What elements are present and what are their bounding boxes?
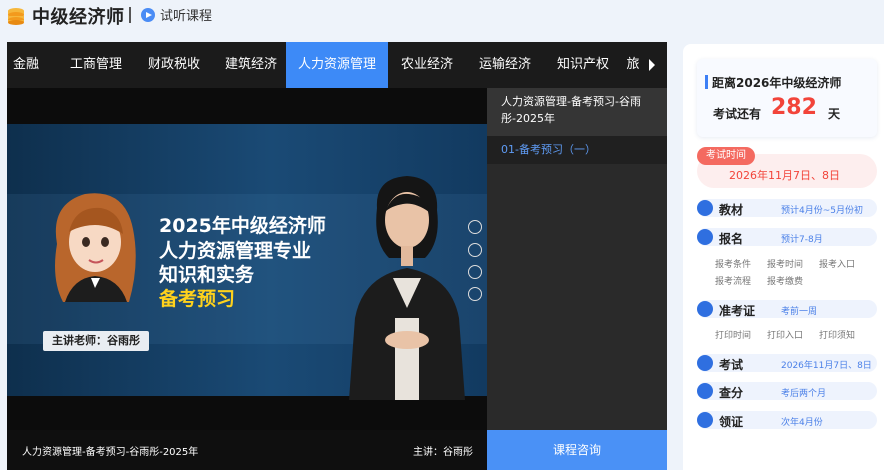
- link-signup-payment[interactable]: 报考缴费: [767, 274, 803, 287]
- schedule-note: 预计7-8月: [781, 235, 823, 245]
- tabs-next-arrow-icon[interactable]: [639, 42, 667, 88]
- ticket-icon: [697, 301, 713, 317]
- trial-course-label[interactable]: 试听课程: [160, 5, 212, 24]
- header-divider: [129, 7, 131, 23]
- book-icon: [697, 200, 713, 216]
- schedule-row-admission[interactable]: 准考证 考前一周: [697, 300, 877, 318]
- link-signup-entry[interactable]: 报考入口: [819, 257, 855, 270]
- tab-finance-tax[interactable]: 财政税收: [138, 42, 210, 88]
- tab-finance[interactable]: 金融: [7, 42, 45, 88]
- settings-icon[interactable]: [468, 287, 482, 301]
- playlist-panel: 人力资源管理-备考预习-谷雨彤-2025年 01-备考预习（一）: [487, 88, 667, 430]
- teacher-cartoon-avatar: [55, 193, 136, 302]
- rewind-icon[interactable]: [468, 243, 482, 257]
- play-circle-icon: [141, 8, 155, 22]
- slide-line-3: 知识和实务: [159, 264, 255, 286]
- signup-icon: [697, 229, 713, 245]
- page-header: 中级经济师 试听课程: [0, 0, 884, 34]
- course-consult-button[interactable]: 课程咨询: [487, 430, 667, 470]
- tab-transport-economy[interactable]: 运输经济: [471, 42, 539, 88]
- slide-line-1: 2025年中级经济师: [159, 215, 326, 237]
- schedule-row-signup[interactable]: 报名 预计7-8月: [697, 228, 877, 246]
- countdown-card: 距离2026年中级经济师 考试还有 282 天: [697, 59, 877, 137]
- coin-stack-icon: [8, 8, 24, 25]
- exam-info-panel: 距离2026年中级经济师 考试还有 282 天 考试时间 2026年11月7日、…: [683, 44, 884, 470]
- countdown-unit: 天: [828, 107, 841, 121]
- pen-icon[interactable]: [468, 265, 482, 279]
- countdown-days: 282: [771, 95, 817, 120]
- countdown-prefix: 考试还有: [713, 107, 762, 121]
- video-caption-title: 人力资源管理-备考预习-谷雨彤-2025年: [22, 447, 199, 458]
- slide-line-2: 人力资源管理专业: [159, 240, 312, 262]
- certificate-icon: [697, 412, 713, 428]
- link-signup-time[interactable]: 报考时间: [767, 257, 803, 270]
- link-print-notice[interactable]: 打印须知: [819, 328, 855, 341]
- link-print-entry[interactable]: 打印入口: [767, 328, 803, 341]
- schedule-row-certificate[interactable]: 领证 次年4月份: [697, 411, 877, 429]
- teacher-name-tag: 主讲老师：谷雨彤: [43, 331, 149, 351]
- schedule-label: 领证: [719, 415, 744, 429]
- link-print-time[interactable]: 打印时间: [715, 328, 751, 341]
- video-area[interactable]: 2025年中级经济师 人力资源管理专业 知识和实务 备考预习 主讲老师：谷雨彤: [7, 88, 487, 430]
- exam-icon: [697, 355, 713, 371]
- video-caption-teacher: 主讲：谷雨彤: [413, 447, 473, 458]
- exam-time-value: 2026年11月7日、8日: [729, 169, 840, 182]
- link-signup-process[interactable]: 报考流程: [715, 274, 751, 287]
- countdown-accent-bar: [705, 75, 708, 89]
- video-caption-bar: 人力资源管理-备考预习-谷雨彤-2025年 主讲：谷雨彤: [7, 430, 487, 470]
- subject-tabs: 金融 工商管理 财政税收 建筑经济 人力资源管理 农业经济 运输经济 知识产权 …: [7, 42, 667, 88]
- schedule-label: 教材: [719, 203, 744, 217]
- search-icon: [697, 383, 713, 399]
- schedule-label: 考试: [719, 358, 744, 372]
- tab-intellectual-property[interactable]: 知识产权: [549, 42, 617, 88]
- schedule-label: 报名: [719, 232, 744, 246]
- countdown-title: 距离2026年中级经济师: [712, 76, 842, 90]
- schedule-note: 2026年11月7日、8日: [781, 361, 872, 371]
- playlist-title: 人力资源管理-备考预习-谷雨彤-2025年: [487, 88, 667, 136]
- playlist-item[interactable]: 01-备考预习（一）: [487, 136, 667, 164]
- schedule-row-score[interactable]: 查分 考后两个月: [697, 382, 877, 400]
- play-icon[interactable]: [468, 220, 482, 234]
- schedule-label: 查分: [719, 386, 744, 400]
- tab-business-management[interactable]: 工商管理: [60, 42, 132, 88]
- link-signup-conditions[interactable]: 报考条件: [715, 257, 751, 270]
- schedule-note: 次年4月份: [781, 418, 823, 428]
- schedule-row-material[interactable]: 教材 预计4月份~5月份初: [697, 199, 877, 217]
- page-title: 中级经济师: [32, 7, 125, 28]
- slide-line-4: 备考预习: [159, 288, 236, 310]
- tab-human-resources[interactable]: 人力资源管理: [286, 42, 388, 88]
- lecturer-figure: [349, 176, 465, 400]
- schedule-note: 考前一周: [781, 307, 818, 317]
- tab-agriculture-economy[interactable]: 农业经济: [393, 42, 461, 88]
- schedule-label: 准考证: [719, 304, 756, 318]
- tab-construction-economy[interactable]: 建筑经济: [215, 42, 287, 88]
- schedule-row-exam[interactable]: 考试 2026年11月7日、8日: [697, 354, 877, 372]
- course-player: 金融 工商管理 财政税收 建筑经济 人力资源管理 农业经济 运输经济 知识产权 …: [7, 42, 667, 470]
- schedule-note: 预计4月份~5月份初: [781, 206, 863, 216]
- schedule-note: 考后两个月: [781, 389, 827, 399]
- exam-time-tag: 考试时间: [697, 147, 755, 165]
